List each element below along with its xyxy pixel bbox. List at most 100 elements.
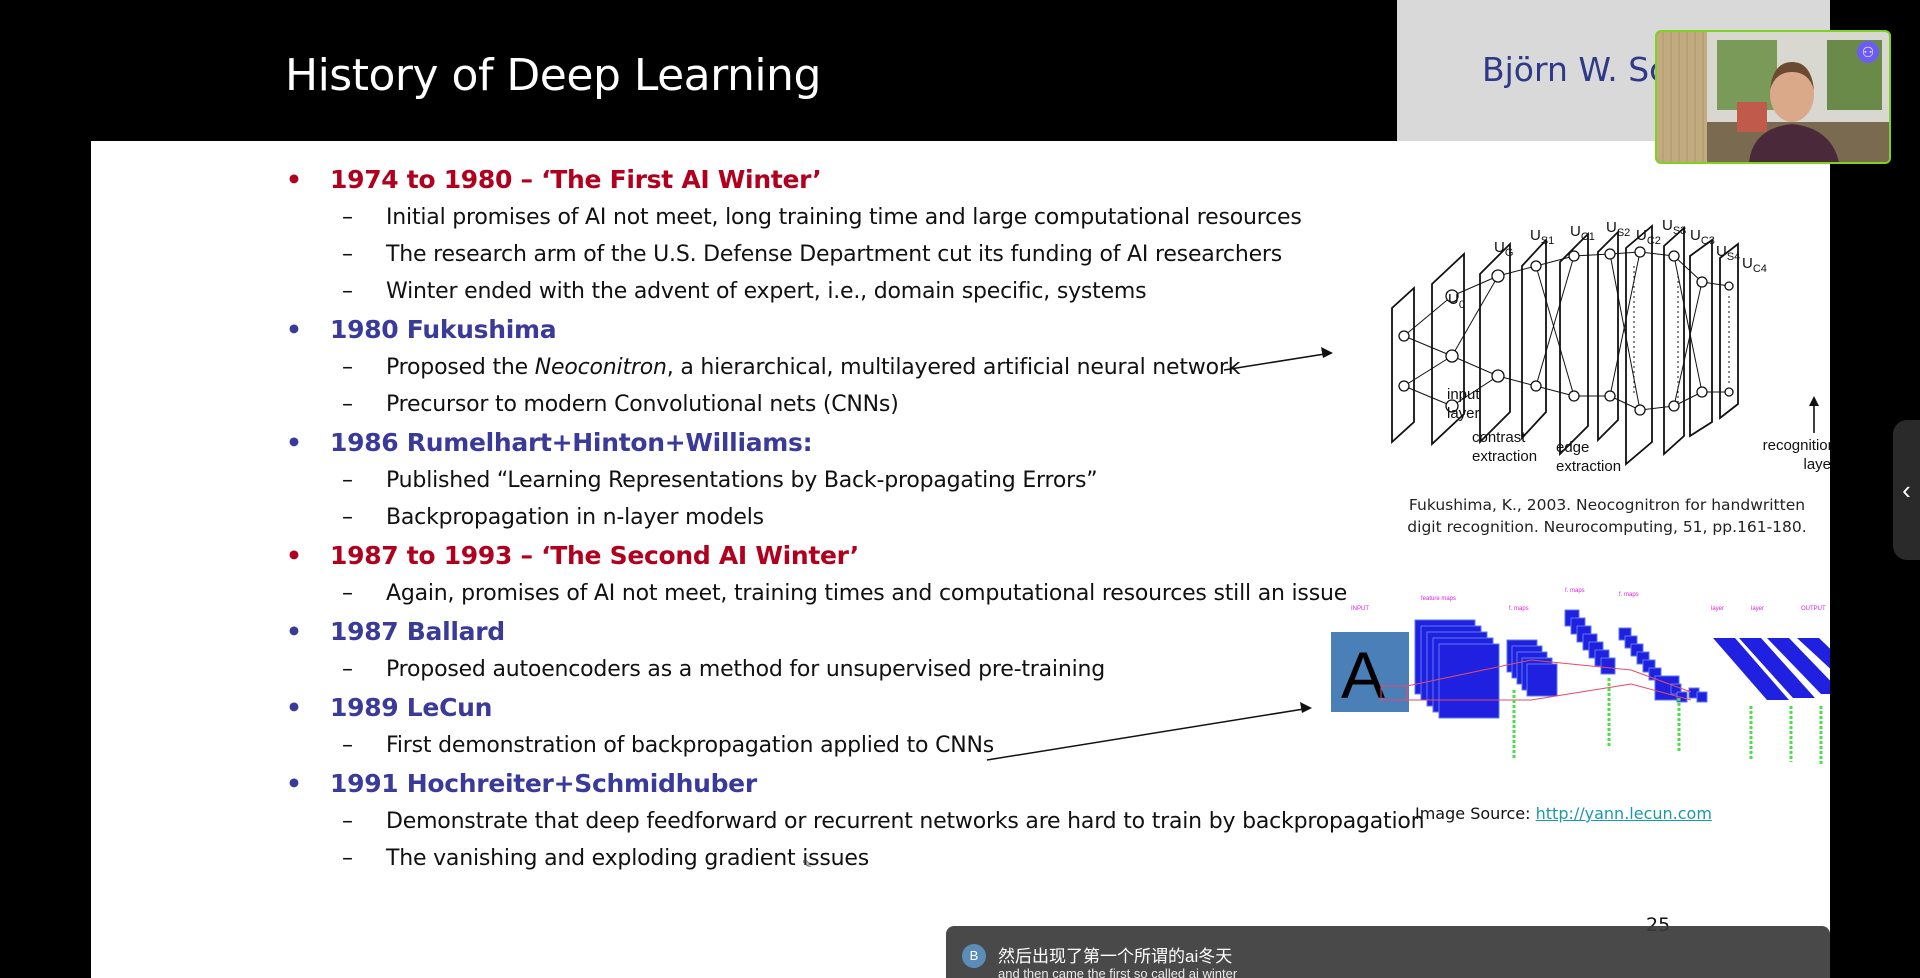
sub-bullet-dash: – — [342, 581, 353, 606]
sub-bullet: – The vanishing and exploding gradient is… — [286, 840, 1506, 877]
sub-bullet-emphasis: Neoconitron — [534, 355, 667, 380]
webcam-badge-icon[interactable]: ⚇ — [1857, 41, 1879, 63]
layer-label: US1 — [1530, 227, 1554, 247]
sub-bullet-dash: – — [342, 242, 353, 267]
sub-bullet-text: Proposed autoencoders as a method for un… — [386, 657, 1105, 682]
sub-bullet-text: Initial promises of AI not meet, long tr… — [386, 205, 1302, 230]
layer-label: US2 — [1606, 219, 1630, 239]
neocognitron-diagram: U0 UG US1UC1US2 UC2US3 UC3US4 UC4 input laye… — [1391, 217, 1830, 475]
bullet-heading: • 1974 to 1980 – ‘The First AI Winter’ — [286, 160, 1506, 199]
lenet-tiny-label: OUTPUT — [1801, 606, 1826, 612]
contrast-extraction-label: contrast extraction — [1472, 429, 1537, 465]
sub-bullet-dash: – — [342, 505, 353, 530]
sub-bullet: – Proposed the Neoconitron, a hierarchica… — [286, 349, 1506, 386]
bullet-heading-text: 1987 Ballard — [330, 617, 505, 646]
sub-bullet-text: The vanishing and exploding gradient iss… — [386, 846, 869, 871]
lenet-tiny-label: layer — [1751, 606, 1764, 612]
input-letter: A — [1341, 638, 1385, 712]
layer-label: UC4 — [1742, 255, 1767, 275]
bullet-dot: • — [286, 617, 302, 646]
sub-bullet-dash: – — [342, 468, 353, 493]
sub-bullet-text: Precursor to modern Convolutional nets (… — [386, 392, 899, 417]
sub-bullet: – The research arm of the U.S. Defense De… — [286, 236, 1506, 273]
bullet-heading-text: 1989 LeCun — [330, 693, 493, 722]
edge-extraction-label: edge extraction — [1556, 439, 1621, 475]
layer-label: UC1 — [1570, 223, 1595, 243]
sub-bullet-dash: – — [342, 657, 353, 682]
lenet-feature-maps — [1414, 609, 1708, 719]
bullet-heading-text: 1991 Hochreiter+Schmidhuber — [330, 769, 757, 798]
sub-bullet-dash: – — [342, 392, 353, 417]
sub-bullet-text: , a hierarchical, multilayered artificia… — [666, 355, 1241, 380]
layer-plane-us4 — [1689, 238, 1713, 438]
sub-bullet: – First demonstration of backpropagation … — [286, 727, 1506, 764]
lenet-tiny-label: f. maps — [1619, 592, 1639, 598]
bullet-list: • 1974 to 1980 – ‘The First AI Winter’ – In… — [286, 160, 1506, 877]
pen-cursor-icon: ✎ — [802, 857, 813, 871]
caption-line-2: digit recognition. Neurocomputing, 51, p… — [1407, 518, 1807, 536]
sub-bullet-dash: – — [342, 279, 353, 304]
side-panel-toggle[interactable]: ‹ — [1893, 420, 1920, 560]
sub-bullet-text: First demonstration of backpropagation a… — [386, 733, 995, 758]
bullet-dot: • — [286, 315, 302, 344]
subtitle-english: and then came the first so called ai win… — [998, 966, 1238, 978]
image-source-label: Image Source: — [1415, 804, 1536, 823]
lenet-cnn-diagram: INPUT feature maps f. maps f. maps f. maps la… — [1331, 588, 1830, 766]
layer-labels: US1UC1US2 UC2US3 UC3US4 UC4 — [1530, 217, 1767, 275]
sub-bullet: – Published “Learning Representations by … — [286, 462, 1506, 499]
bullet-heading-text: 1987 to 1993 – ‘The Second AI Winter’ — [330, 541, 859, 570]
slide-header: History of Deep Learning — [91, 0, 1397, 141]
sub-bullet-text: Backpropagation in n-layer models — [386, 505, 764, 530]
bullet-dot: • — [286, 541, 302, 570]
label-u0: U0 — [1448, 291, 1465, 311]
layer-label: US3 — [1662, 217, 1686, 237]
image-source: Image Source: http://yann.lecun.com — [1415, 804, 1712, 823]
layer-label: UC3 — [1690, 227, 1715, 247]
bullet-heading: • 1986 Rumelhart+Hinton+Williams: — [286, 423, 1506, 462]
webcam-frame — [1657, 32, 1889, 162]
caption-line-1: Fukushima, K., 2003. Neocognitron for ha… — [1408, 496, 1806, 514]
presentation-slide: History of Deep Learning Björn W. Sc • 19… — [91, 0, 1830, 978]
lenet-tiny-label: layer — [1711, 606, 1724, 612]
bullet-dot: • — [286, 769, 302, 798]
subtitle-chinese: 然后出现了第一个所谓的ai冬天 — [998, 947, 1233, 966]
bullet-heading: • 1991 Hochreiter+Schmidhuber — [286, 764, 1506, 803]
bullet-dot: • — [286, 428, 302, 457]
lenet-tiny-labels: INPUT feature maps f. maps f. maps f. maps la… — [1351, 588, 1826, 612]
bullet-heading-text: 1980 Fukushima — [330, 315, 557, 344]
sub-bullet: – Again, promises of AI not meet, trainin… — [286, 575, 1506, 612]
sub-bullet: – Backpropagation in n-layer models — [286, 499, 1506, 536]
sub-bullet-text: Winter ended with the advent of expert, … — [386, 279, 1147, 304]
sub-bullet-dash: – — [342, 205, 353, 230]
layer-plane-us2 — [1559, 231, 1589, 457]
lenet-tiny-label: f. maps — [1509, 606, 1529, 612]
sub-bullet: – Proposed autoencoders as a method for u… — [286, 651, 1506, 688]
neocognitron-caption: Fukushima, K., 2003. Neocognitron for ha… — [1347, 494, 1830, 538]
sub-bullet: – Precursor to modern Convolutional nets … — [286, 386, 1506, 423]
sub-bullet: – Initial promises of AI not meet, long t… — [286, 199, 1506, 236]
sub-bullet-text: Proposed the — [386, 355, 535, 380]
bullet-heading: • 1989 LeCun — [286, 688, 1506, 727]
author-name: Björn W. Sc — [1482, 50, 1668, 89]
webcam-video[interactable] — [1655, 30, 1891, 164]
bullet-heading: • 1987 Ballard — [286, 612, 1506, 651]
sub-bullet-text: Published “Learning Representations by B… — [386, 468, 1098, 493]
chevron-left-icon: ‹ — [1902, 475, 1911, 505]
bullet-heading: • 1980 Fukushima — [286, 310, 1506, 349]
layer-plane-us3 — [1625, 224, 1653, 466]
sub-bullet-text: Again, promises of AI not meet, training… — [386, 581, 1348, 606]
layer-plane-uc2 — [1597, 229, 1619, 443]
bullet-dot: • — [286, 165, 302, 194]
layer-plane-u0 — [1391, 285, 1415, 445]
image-source-link[interactable]: http://yann.lecun.com — [1536, 804, 1712, 823]
sub-bullet: – Demonstrate that deep feedforward or re… — [286, 803, 1506, 840]
subtitle-avatar: B — [962, 944, 986, 968]
lenet-tiny-label: f. maps — [1565, 588, 1585, 594]
sub-bullet-text: Demonstrate that deep feedforward or rec… — [386, 809, 1425, 834]
sub-bullet-text: The research arm of the U.S. Defense Dep… — [386, 242, 1283, 267]
bullet-heading: • 1987 to 1993 – ‘The Second AI Winter’ — [286, 536, 1506, 575]
recognition-layer-label: recognition layer — [1763, 437, 1830, 473]
sub-bullet-dash: – — [342, 733, 353, 758]
sub-bullet-dash: – — [342, 846, 353, 871]
sub-bullet: – Winter ended with the advent of expert,… — [286, 273, 1506, 310]
